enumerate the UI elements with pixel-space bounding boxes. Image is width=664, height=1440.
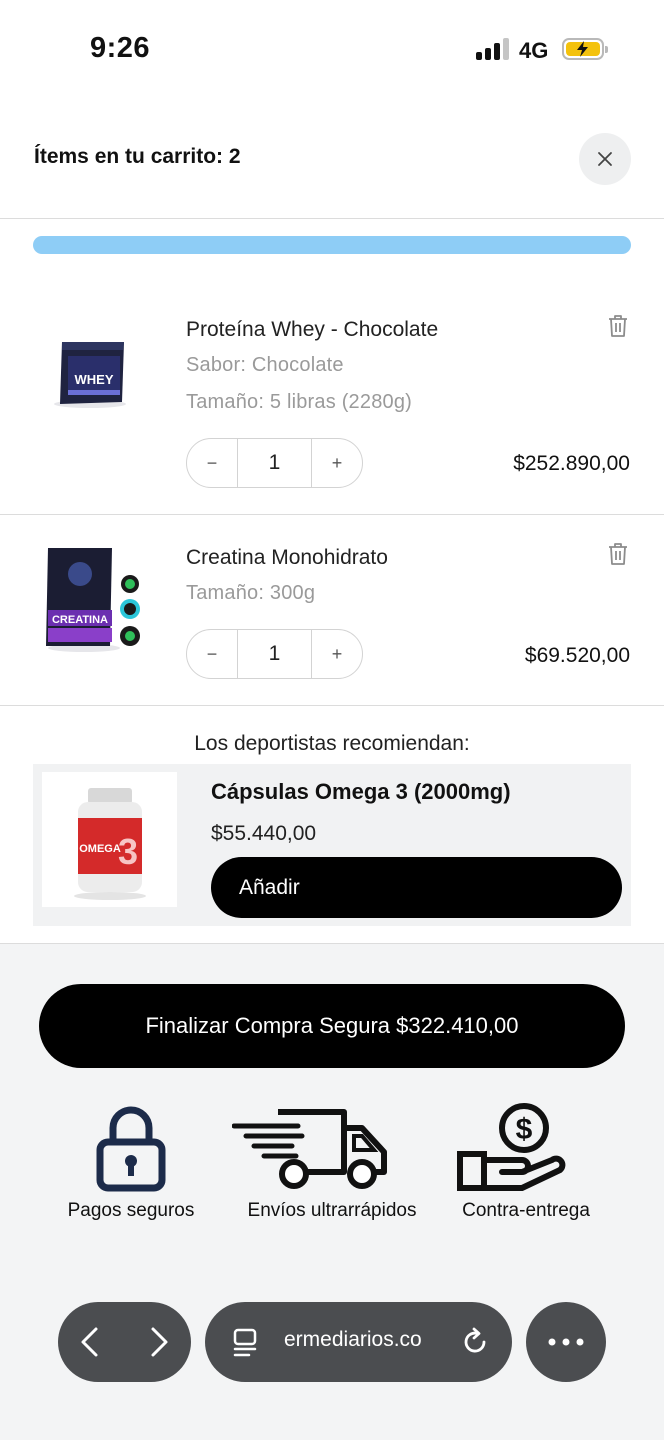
increase-button[interactable]: + (312, 630, 362, 678)
header-divider (0, 218, 664, 219)
trash-icon[interactable] (607, 542, 629, 566)
item-flavor: Sabor: Chocolate (186, 354, 344, 376)
cart-title: Ítems en tu carrito: 2 (34, 145, 241, 168)
add-button[interactable]: Añadir (211, 857, 622, 918)
more-icon (548, 1338, 584, 1346)
creatina-product-image: CREATINA (46, 548, 140, 652)
item-size: Tamaño: 5 libras (2280g) (186, 391, 413, 413)
item-divider (0, 514, 664, 515)
item-price: $69.520,00 (524, 644, 630, 667)
recommendation-price: $55.440,00 (211, 822, 317, 845)
whey-product-image: WHEY (54, 342, 126, 408)
hand-coin-icon: $ (457, 1103, 566, 1191)
url-text[interactable]: ermediarios.co (284, 1328, 422, 1352)
truck-icon (232, 1109, 387, 1189)
quantity-value[interactable]: 1 (237, 630, 312, 678)
signal-icon (476, 38, 510, 60)
decrease-button[interactable]: − (187, 439, 237, 487)
item-divider (0, 705, 664, 706)
creatina-image-label: CREATINA (52, 614, 108, 626)
feature-label: Pagos seguros (67, 1200, 195, 1221)
feature-label: Envíos ultrarrápidos (247, 1200, 417, 1221)
svg-text:3: 3 (118, 831, 138, 872)
page-menu-icon[interactable] (231, 1326, 259, 1358)
quantity-value[interactable]: 1 (237, 439, 312, 487)
reload-icon[interactable] (459, 1326, 491, 1358)
increase-button[interactable]: + (312, 439, 362, 487)
close-button[interactable] (579, 133, 631, 185)
lock-icon (96, 1106, 166, 1192)
item-name: Proteína Whey - Chocolate (186, 318, 439, 341)
item-name: Creatina Monohidrato (186, 546, 388, 569)
browser-nav-group (58, 1302, 191, 1382)
status-bar: 9:26 4G (0, 0, 664, 100)
feature-label: Contra-entrega (462, 1200, 590, 1221)
recommendation-name: Cápsulas Omega 3 (2000mg) (211, 779, 511, 804)
recommendation-heading: Los deportistas recomiendan: (194, 732, 470, 755)
omega-image-label: OMEGA (79, 843, 121, 855)
item-price: $252.890,00 (513, 452, 630, 475)
battery-icon (562, 38, 608, 60)
omega-product-image[interactable]: OMEGA 3 (42, 772, 177, 907)
trash-icon[interactable] (607, 314, 629, 338)
decrease-button[interactable]: − (187, 630, 237, 678)
more-button[interactable] (526, 1302, 606, 1382)
svg-text:$: $ (516, 1113, 533, 1146)
status-time: 9:26 (90, 32, 151, 64)
network-label: 4G (519, 38, 549, 63)
close-icon (598, 152, 612, 166)
shipping-progress-bar (33, 236, 631, 254)
back-icon[interactable] (78, 1326, 100, 1358)
quantity-stepper: − 1 + (186, 438, 363, 488)
item-size: Tamaño: 300g (186, 582, 316, 604)
footer-divider (0, 943, 664, 944)
quantity-stepper: − 1 + (186, 629, 363, 679)
checkout-button[interactable]: Finalizar Compra Segura $322.410,00 (39, 984, 625, 1068)
forward-icon[interactable] (149, 1326, 171, 1358)
whey-image-label: WHEY (75, 372, 114, 387)
